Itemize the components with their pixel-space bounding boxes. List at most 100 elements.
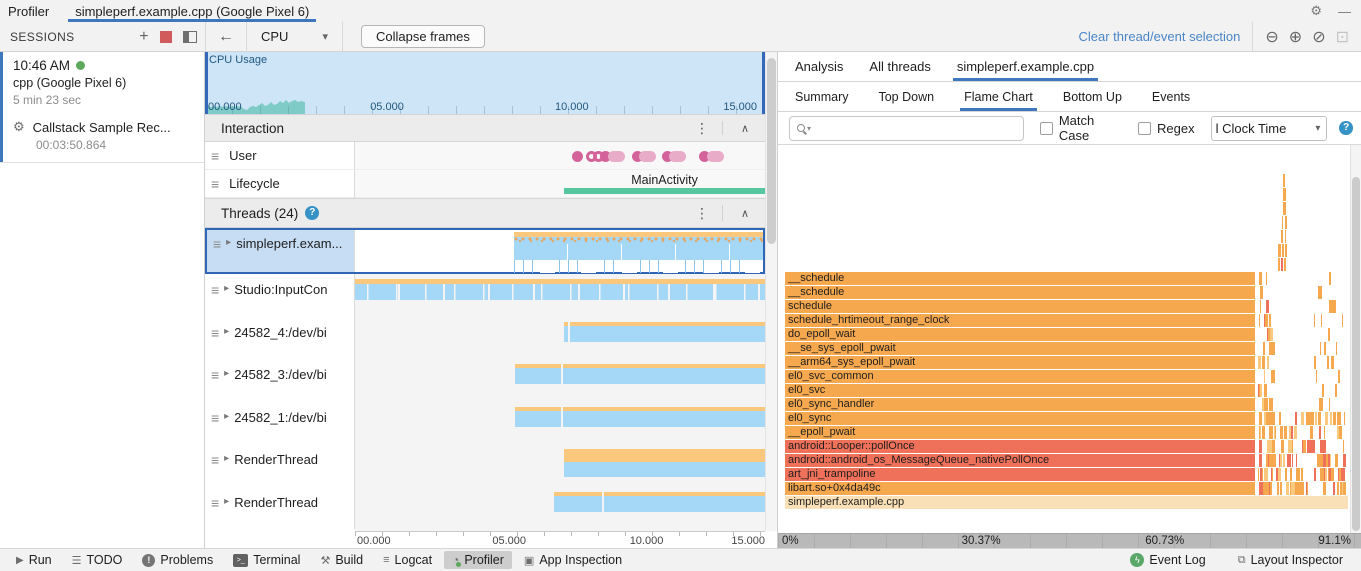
stop-recording-icon[interactable] <box>160 30 172 43</box>
thread-row[interactable]: ≡ ▸ RenderThread <box>205 486 765 530</box>
lifecycle-track[interactable]: MainActivity <box>355 170 765 198</box>
flame-fragment[interactable] <box>1260 468 1263 481</box>
flame-fragment[interactable] <box>1279 412 1282 425</box>
flame-spike-frame[interactable] <box>1284 216 1287 229</box>
thread-activity-track[interactable] <box>355 317 765 360</box>
flame-fragment[interactable] <box>1321 384 1324 397</box>
statusbar-item-todo[interactable]: ☰ TODO <box>64 551 131 569</box>
flame-frame[interactable]: android::android_os_MessageQueue_nativeP… <box>785 454 1256 467</box>
flame-fragment[interactable] <box>1270 468 1272 481</box>
flame-fragment[interactable] <box>1311 426 1314 439</box>
flame-fragment[interactable] <box>1258 468 1260 481</box>
flame-fragment[interactable] <box>1272 412 1276 425</box>
flame-fragment[interactable] <box>1315 370 1318 383</box>
flame-fragment[interactable] <box>1319 398 1322 411</box>
kebab-menu-icon[interactable]: ⋮ <box>695 120 709 137</box>
flame-frame[interactable]: __schedule <box>785 286 1256 299</box>
flame-fragment[interactable] <box>1327 356 1329 369</box>
flame-fragment[interactable] <box>1295 454 1297 467</box>
flame-fragment[interactable] <box>1272 440 1275 453</box>
flame-fragment[interactable] <box>1328 468 1332 481</box>
statusbar-item-layout-inspector[interactable]: ⧉ Layout Inspector <box>1230 551 1351 569</box>
flame-spike-frame[interactable] <box>1278 244 1281 257</box>
flame-fragment[interactable] <box>1335 384 1337 397</box>
thread-activity-track[interactable] <box>355 444 765 487</box>
flame-fragment[interactable] <box>1307 440 1309 453</box>
flame-fragment[interactable] <box>1328 454 1330 467</box>
drag-handle-icon[interactable]: ≡ <box>213 236 221 252</box>
flame-fragment[interactable] <box>1296 482 1299 495</box>
flame-fragment[interactable] <box>1327 328 1330 341</box>
flame-fragment[interactable] <box>1283 426 1287 439</box>
flame-fragment[interactable] <box>1342 482 1346 495</box>
drag-handle-icon[interactable]: ≡ <box>211 282 219 298</box>
help-icon[interactable]: ? <box>1339 121 1353 135</box>
flame-fragment[interactable] <box>1323 482 1326 495</box>
flame-fragment[interactable] <box>1269 314 1271 327</box>
flame-frame[interactable]: schedule <box>785 300 1256 313</box>
flame-spike-frame[interactable] <box>1281 244 1284 257</box>
drag-handle-icon[interactable]: ≡ <box>211 410 219 426</box>
user-events-track[interactable] <box>355 142 765 170</box>
flame-fragment[interactable] <box>1331 356 1334 369</box>
flame-spike-frame[interactable] <box>1283 174 1286 187</box>
thread-row[interactable]: ≡ ▸ RenderThread <box>205 444 765 487</box>
profiler-type-select[interactable]: CPU ▾ <box>247 25 342 49</box>
zoom-out-icon[interactable]: ⊖ <box>1265 27 1278 47</box>
flame-fragment[interactable] <box>1304 440 1307 453</box>
flame-fragment[interactable] <box>1265 454 1268 467</box>
flame-fragment[interactable] <box>1342 314 1344 327</box>
collapse-panel-icon[interactable] <box>183 30 197 43</box>
tab-analysis[interactable]: Analysis <box>795 52 843 81</box>
flame-fragment[interactable] <box>1285 468 1288 481</box>
flame-fragment[interactable] <box>1272 454 1276 467</box>
drag-handle-icon[interactable]: ≡ <box>211 367 219 383</box>
flame-spike-frame[interactable] <box>1283 188 1286 201</box>
collapse-section-icon[interactable]: ∧ <box>741 122 749 135</box>
thread-row[interactable]: ≡ ▸ 24582_4:/dev/bi <box>205 316 765 360</box>
statusbar-item-build[interactable]: ⚒ Build <box>312 551 371 569</box>
tab-all-threads[interactable]: All threads <box>869 52 930 81</box>
flame-fragment[interactable] <box>1324 412 1329 425</box>
flame-frame[interactable]: __se_sys_epoll_pwait <box>785 342 1256 355</box>
flame-frame[interactable]: __schedule <box>785 272 1256 285</box>
flame-fragment[interactable] <box>1268 342 1273 355</box>
flame-fragment[interactable] <box>1295 412 1297 425</box>
flame-spike-frame[interactable] <box>1277 258 1280 271</box>
flame-fragment[interactable] <box>1317 286 1320 299</box>
flame-fragment[interactable] <box>1320 314 1323 327</box>
flame-fragment[interactable] <box>1261 426 1265 439</box>
flame-fragment[interactable] <box>1266 356 1270 369</box>
flame-fragment[interactable] <box>1313 314 1315 327</box>
flame-fragment[interactable] <box>1330 412 1333 425</box>
regex-option[interactable]: Regex <box>1137 121 1195 136</box>
thread-activity-track[interactable] <box>355 402 765 445</box>
flame-frame[interactable]: __arm64_sys_epoll_pwait <box>785 356 1256 369</box>
flame-fragment[interactable] <box>1265 300 1269 313</box>
flame-fragment[interactable] <box>1319 426 1321 439</box>
settings-gear-icon[interactable]: ⚙ <box>1310 3 1322 19</box>
thread-row[interactable]: ≡ ▸ simpleperf.exam... <box>205 228 765 274</box>
flame-fragment[interactable] <box>1343 440 1345 453</box>
flame-fragment[interactable] <box>1331 300 1334 313</box>
flame-fragment[interactable] <box>1328 272 1331 285</box>
flame-fragment[interactable] <box>1264 398 1268 411</box>
flame-fragment[interactable] <box>1335 342 1338 355</box>
flame-spike-frame[interactable] <box>1284 230 1287 243</box>
search-options-caret-icon[interactable]: ▾ <box>807 124 811 133</box>
flame-fragment[interactable] <box>1324 342 1327 355</box>
flame-frame[interactable]: android::Looper::pollOnce <box>785 440 1256 453</box>
flame-fragment[interactable] <box>1311 440 1315 453</box>
flame-fragment[interactable] <box>1341 468 1345 481</box>
kebab-menu-icon[interactable]: ⋮ <box>695 205 709 222</box>
flame-spike-frame[interactable] <box>1281 230 1284 243</box>
flame-fragment[interactable] <box>1263 370 1266 383</box>
flame-fragment[interactable] <box>1259 454 1262 467</box>
collapse-frames-button[interactable]: Collapse frames <box>360 25 485 48</box>
flame-spike-frame[interactable] <box>1281 216 1284 229</box>
statusbar-item-problems[interactable]: ! Problems <box>134 551 221 569</box>
flame-fragment[interactable] <box>1259 426 1261 439</box>
flame-fragment[interactable] <box>1323 426 1325 439</box>
thread-activity-track[interactable] <box>355 487 765 530</box>
flame-fragment[interactable] <box>1320 342 1322 355</box>
